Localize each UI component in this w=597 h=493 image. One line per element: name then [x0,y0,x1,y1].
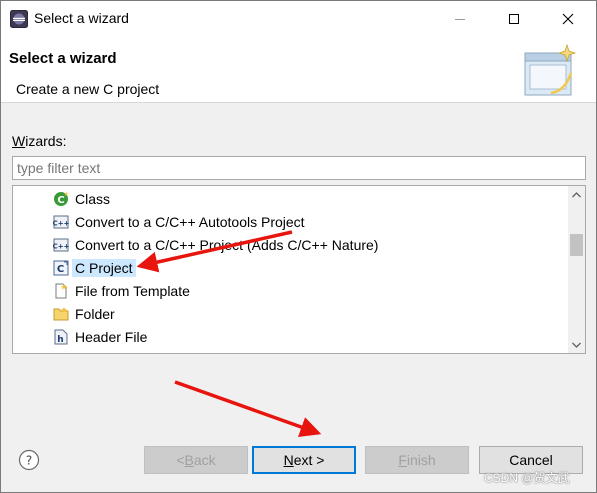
banner-title: Select a wizard [9,50,117,67]
cpp-convert-icon: C++ [53,215,69,229]
filter-input[interactable] [12,156,586,180]
wizard-banner: Select a wizard Create a new C project [1,37,596,103]
folder-icon [53,307,69,321]
wizard-dialog: Select a wizard Select a wizard Create a… [0,0,597,493]
maximize-button[interactable] [491,1,537,37]
tree-item-file-from-template[interactable]: File from Template [53,280,563,302]
banner-description: Create a new C project [16,81,160,97]
tree-item-folder[interactable]: Folder [53,303,563,325]
watermark: CSDN @贺文武 [484,471,570,485]
c-project-icon: C [53,260,69,276]
help-icon[interactable]: ? [18,449,40,471]
window-title: Select a wizard [34,10,129,26]
tree-item-class[interactable]: C Class [53,188,563,210]
title-bar[interactable]: Select a wizard [1,1,596,37]
tree-item-label: Convert to a C/C++ Project (Adds C/C++ N… [75,237,379,253]
tree-scrollbar[interactable] [568,186,585,353]
minimize-button[interactable] [437,1,483,37]
next-button[interactable]: Next > [252,446,356,474]
file-template-icon [55,283,67,299]
wizard-banner-icon [524,43,577,96]
minimize-icon [455,19,465,20]
scroll-up-button[interactable] [568,186,585,203]
svg-text:h: h [57,335,63,345]
close-icon [562,13,574,25]
tree-item-label: Convert to a C/C++ Autotools Project [75,214,305,230]
svg-text:C: C [57,264,64,275]
tree-item-c-project[interactable]: C C Project [53,257,563,279]
finish-button[interactable]: Finish [365,446,469,474]
wizards-label: Wizards: [12,133,67,149]
tree-item-header-file[interactable]: h Header File [53,326,563,348]
scroll-down-button[interactable] [568,336,585,353]
svg-text:?: ? [26,454,32,468]
svg-text:C: C [57,195,64,206]
chevron-up-icon [572,191,581,197]
tree-item-convert-autotools[interactable]: C++ Convert to a C/C++ Autotools Project [53,211,563,233]
back-button[interactable]: < Back [144,446,248,474]
class-icon: C [54,191,69,206]
tree-item-label: Header File [75,329,148,345]
close-button[interactable] [545,1,591,37]
svg-text:C++: C++ [53,220,69,228]
tree-item-label: File from Template [75,283,190,299]
tree-item-label: Class [75,191,111,207]
tree-item-label: Folder [75,306,115,322]
tree-item-convert-cpp[interactable]: C++ Convert to a C/C++ Project (Adds C/C… [53,234,563,256]
scrollbar-thumb[interactable] [570,234,583,256]
cpp-convert-icon: C++ [53,238,69,252]
tree-item-label: C Project [72,259,136,277]
svg-text:C++: C++ [53,243,69,251]
wizard-tree[interactable]: C Class C++ Convert to a C/C++ Autotools… [12,185,586,354]
header-file-icon: h [54,329,68,345]
chevron-down-icon [572,342,581,348]
maximize-icon [509,14,519,24]
eclipse-icon [10,10,28,28]
